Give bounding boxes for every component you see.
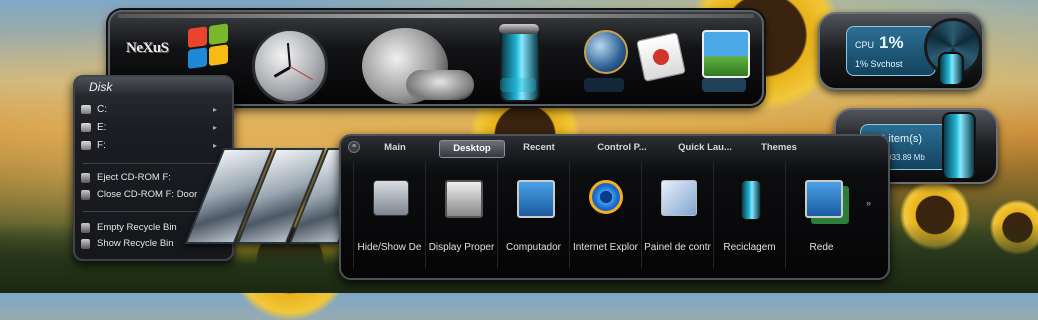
tab-control-panel[interactable]: Control P... (585, 140, 659, 156)
dock-item-label: Painel de contr (644, 242, 711, 253)
action-label: Eject CD-ROM F: (97, 172, 171, 183)
ie-icon (589, 180, 623, 214)
dock-item-label: Reciclagem (723, 242, 776, 253)
action-label: Empty Recycle Bin (97, 222, 177, 233)
tab-recent[interactable]: Recent (511, 140, 567, 156)
dock-item-recycle-bin[interactable]: Reciclagem (713, 162, 785, 268)
nexus-logo[interactable]: NeXuS (126, 40, 169, 57)
tab-main[interactable]: Main (371, 140, 419, 156)
dock-item-label: Internet Explor (572, 242, 639, 253)
drive-label: F: (97, 140, 106, 151)
dock-item-hide-show-desktop[interactable]: Hide/Show De (353, 162, 425, 268)
recycle-bin-icon (741, 180, 761, 220)
w-logo-decoration (184, 148, 378, 244)
eject-icon (81, 173, 90, 183)
dock-reflection (702, 78, 746, 92)
network-icon (805, 180, 843, 218)
submenu-arrow-icon: ▸ (212, 123, 217, 132)
bin-lid (499, 24, 539, 34)
dock-reflection (584, 78, 624, 92)
dock-tabs: Main Desktop Recent Control P... Quick L… (351, 140, 841, 158)
windows-start-icon[interactable] (188, 23, 230, 71)
cdrom-icon (81, 141, 91, 150)
dock-item-label: Computador (505, 242, 562, 253)
dock-item-label: Rede (809, 242, 834, 253)
weather-cloud-icon (406, 70, 474, 100)
dock-item-internet-explorer[interactable]: Internet Explor (569, 162, 641, 268)
cpu-process: 1% Svchost (855, 59, 903, 69)
submenu-arrow-icon: ▸ (212, 105, 217, 114)
control-panel-icon (661, 180, 697, 216)
cpu-label: CPU (855, 40, 875, 50)
cpu-value: 1% (879, 33, 904, 52)
drive-label: E: (97, 122, 107, 133)
recycle-bin-icon (942, 112, 976, 180)
dock-reflection (500, 78, 536, 92)
action-label: Close CD-ROM F: Door (97, 189, 198, 200)
photo-camera-icon[interactable] (702, 30, 750, 78)
recycle-bin-icon (81, 239, 90, 249)
drive-item-c[interactable]: C: ▸ (81, 103, 223, 117)
action-label: Show Recycle Bin (97, 238, 174, 249)
desktop-dock: ≡ Main Desktop Recent Control P... Quick… (339, 134, 890, 280)
drive-label: C: (97, 104, 107, 115)
mail-icon[interactable] (636, 32, 686, 82)
more-items-button[interactable]: » (866, 198, 871, 208)
drive-item-e[interactable]: E: ▸ (81, 121, 223, 135)
display-icon (445, 180, 483, 218)
recycle-bin-icon (81, 223, 90, 233)
cpu-lcd: CPU 1% 1% Svchost (846, 26, 936, 76)
cdrom-door-icon (81, 190, 90, 200)
disk-panel-title: Disk (75, 77, 232, 97)
drive-icon (81, 123, 91, 132)
dock-item-label: Hide/Show De (357, 242, 422, 253)
dock-item-control-panel[interactable]: Painel de contr (641, 162, 713, 268)
clock-icon[interactable] (252, 28, 328, 104)
tab-desktop[interactable]: Desktop (439, 140, 505, 158)
computer-icon (517, 180, 555, 218)
drive-icon (81, 105, 91, 114)
dock-rail (118, 14, 754, 18)
dock-item-computer[interactable]: Computador (497, 162, 569, 268)
coolant-tank-icon (938, 52, 964, 86)
dock-item-label: Display Proper (428, 242, 495, 253)
internet-globe-icon[interactable] (584, 30, 628, 74)
dock-item-network[interactable]: Rede (785, 162, 857, 268)
cpu-meter-widget[interactable]: CPU 1% 1% Svchost (818, 12, 984, 90)
tab-quick-launch[interactable]: Quick Lau... (667, 140, 743, 156)
desktop-icon (373, 180, 409, 216)
dock-item-display-properties[interactable]: Display Proper (425, 162, 497, 268)
tab-themes[interactable]: Themes (749, 140, 809, 156)
